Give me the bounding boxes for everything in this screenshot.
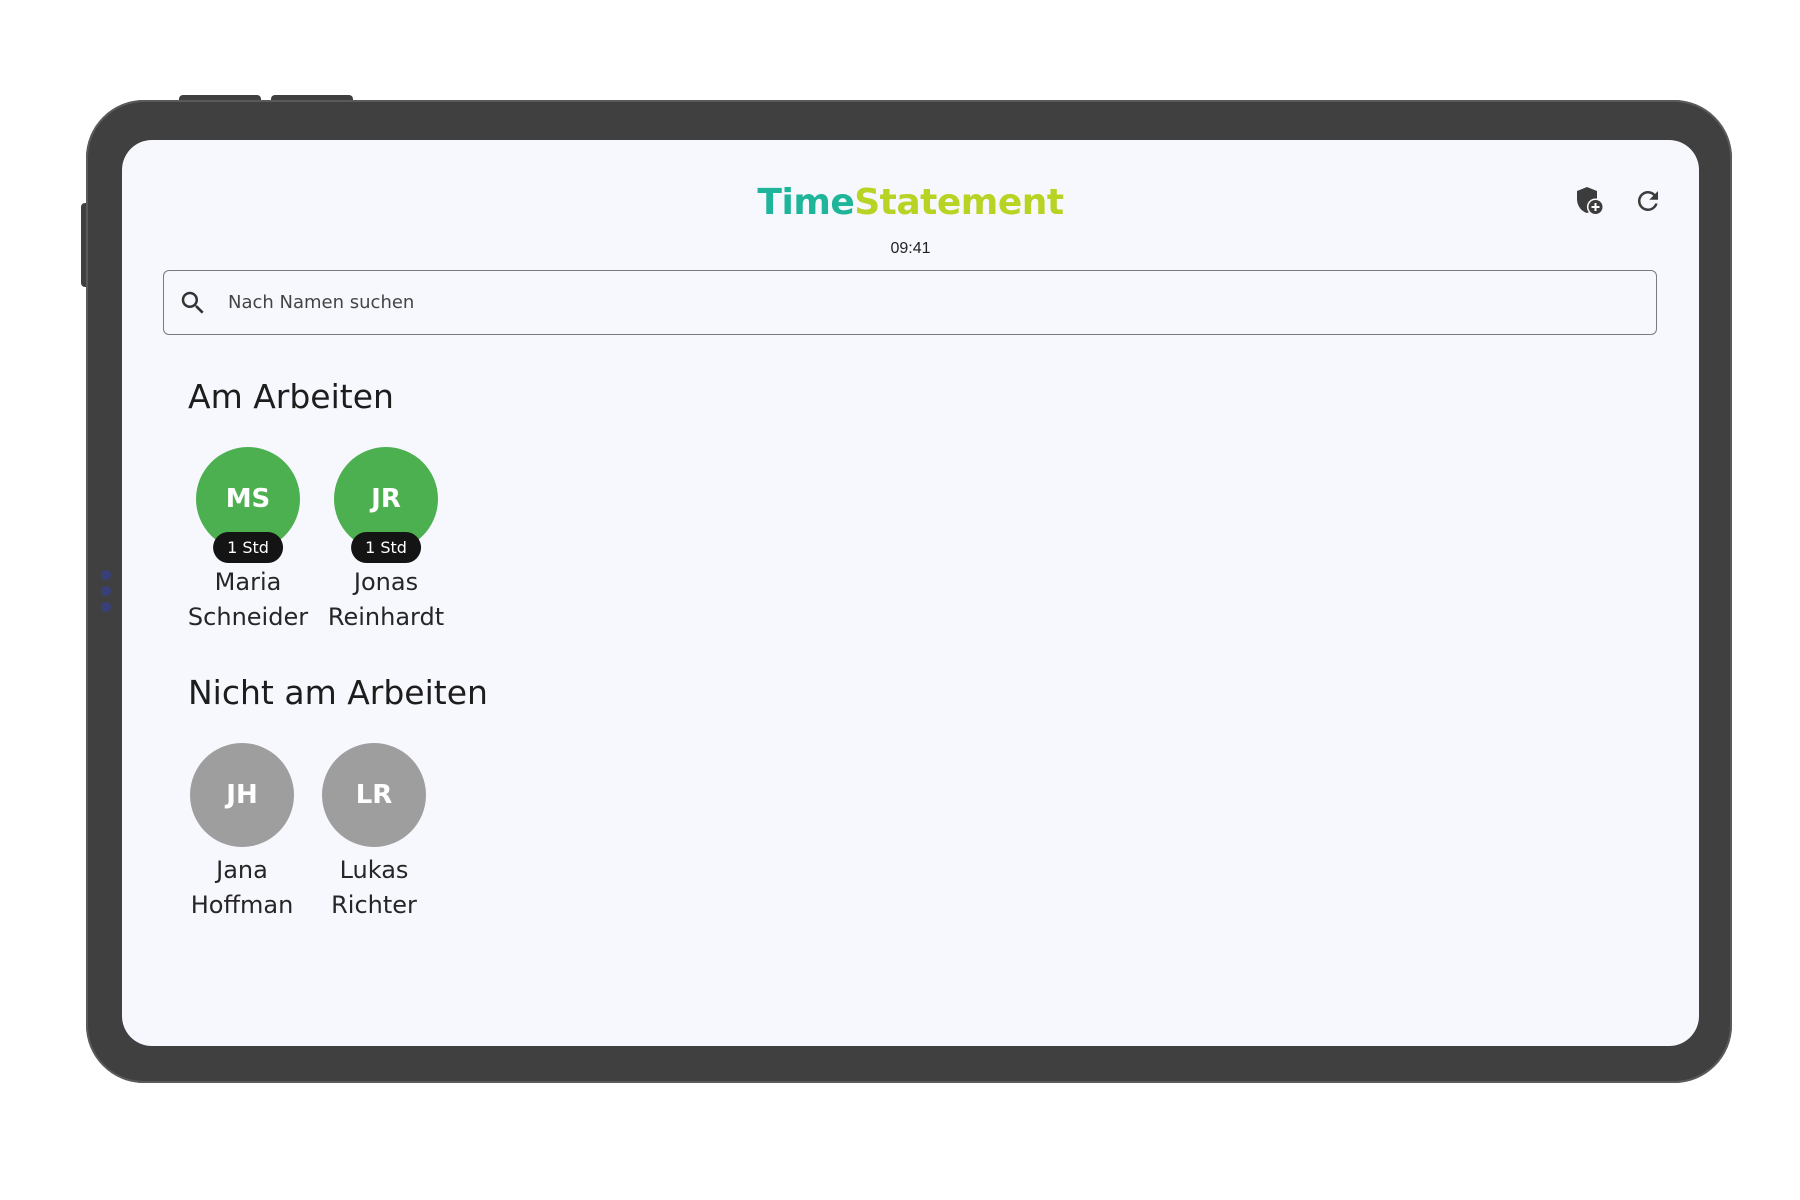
- person-card[interactable]: JR 1 Std Jonas Reinhardt: [326, 447, 446, 635]
- person-card[interactable]: LR Lukas Richter: [314, 743, 434, 923]
- person-first-name: Lukas: [339, 856, 409, 884]
- app-screen: TimeStatement 09:41 Am Arbeiten: [122, 140, 1699, 1046]
- person-first-name: Jonas: [353, 568, 419, 596]
- person-last-name: Reinhardt: [327, 603, 445, 631]
- working-section-title: Am Arbeiten: [188, 377, 394, 416]
- working-list: MS 1 Std Maria Schneider JR 1 Std Jonas …: [188, 447, 446, 635]
- app-title-statement: Statement: [854, 182, 1064, 223]
- not-working-section-title: Nicht am Arbeiten: [188, 673, 488, 712]
- person-name: Jana Hoffman: [191, 853, 294, 923]
- refresh-button[interactable]: [1631, 184, 1665, 218]
- app-title: TimeStatement: [122, 182, 1699, 223]
- avatar: LR: [322, 743, 426, 847]
- top-actions: [1573, 184, 1665, 218]
- person-card[interactable]: JH Jana Hoffman: [182, 743, 302, 923]
- person-first-name: Jana: [216, 856, 268, 884]
- person-name: Maria Schneider: [188, 565, 308, 635]
- person-last-name: Schneider: [187, 603, 309, 631]
- refresh-icon: [1637, 190, 1658, 211]
- avatar: JH: [190, 743, 294, 847]
- person-name: Jonas Reinhardt: [328, 565, 444, 635]
- clock: 09:41: [890, 240, 931, 257]
- app-title-time: Time: [757, 182, 855, 223]
- person-last-name: Richter: [331, 891, 417, 919]
- person-last-name: Hoffman: [190, 891, 294, 919]
- search-input[interactable]: [226, 291, 1610, 314]
- person-card[interactable]: MS 1 Std Maria Schneider: [188, 447, 308, 635]
- side-handle[interactable]: [101, 570, 111, 618]
- not-working-list: JH Jana Hoffman LR Lukas Richter: [182, 743, 434, 923]
- search-icon: [176, 286, 210, 320]
- shield-add-icon: [1577, 187, 1603, 214]
- duration-badge: 1 Std: [213, 532, 283, 563]
- admin-button[interactable]: [1573, 184, 1607, 218]
- person-name: Lukas Richter: [331, 853, 417, 923]
- person-first-name: Maria: [214, 568, 282, 596]
- duration-badge: 1 Std: [351, 532, 421, 563]
- search-field[interactable]: [163, 270, 1657, 335]
